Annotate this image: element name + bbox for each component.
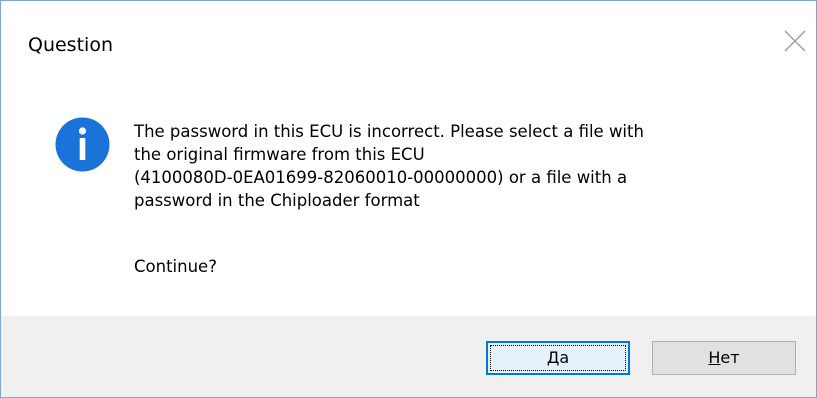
no-button-label: ет bbox=[720, 348, 740, 367]
no-button[interactable]: Нет bbox=[652, 341, 796, 375]
yes-button[interactable]: Да bbox=[486, 341, 630, 375]
title-bar: Question bbox=[1, 1, 816, 87]
close-icon bbox=[784, 30, 806, 52]
close-button[interactable] bbox=[781, 27, 809, 55]
dialog-title: Question bbox=[28, 34, 113, 56]
button-bar: Да Нет bbox=[1, 316, 816, 397]
dialog-message: The password in this ECU is incorrect. P… bbox=[134, 122, 644, 210]
dialog-prompt: Continue? bbox=[134, 257, 217, 276]
no-button-mnemonic: Н bbox=[708, 348, 721, 367]
message-dialog: Question The password in this ECU is inc… bbox=[0, 0, 817, 398]
yes-button-label: а bbox=[559, 348, 570, 367]
yes-button-mnemonic: Д bbox=[546, 348, 560, 367]
info-icon bbox=[55, 117, 110, 172]
